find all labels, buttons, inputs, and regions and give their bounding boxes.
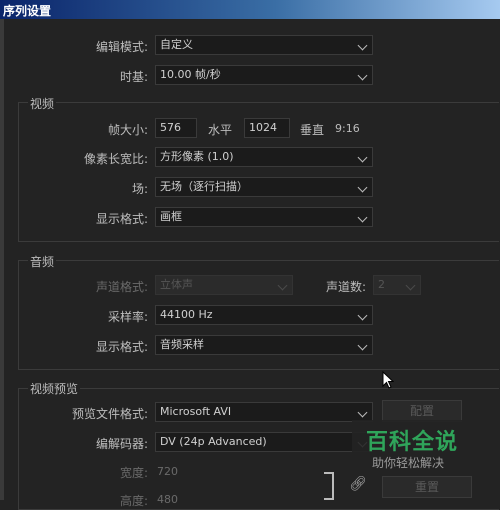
edit-mode-value: 自定义 — [160, 38, 193, 51]
sample-rate-value: 44100 Hz — [160, 308, 213, 321]
video-display-format-label: 显示格式: — [95, 212, 148, 226]
channel-format-select: 立体声 — [155, 275, 293, 295]
edit-mode-label: 编辑模式: — [95, 40, 148, 54]
chevron-down-icon — [357, 310, 368, 321]
sample-rate-select[interactable]: 44100 Hz — [155, 305, 373, 325]
frame-height-input[interactable]: 1024 — [244, 118, 290, 138]
fields-value: 无场（逐行扫描） — [160, 180, 248, 193]
codec-select[interactable]: DV (24p Advanced) — [155, 432, 373, 452]
channel-format-value: 立体声 — [160, 278, 193, 291]
width-value: 720 — [157, 465, 178, 478]
window-title: 序列设置 — [3, 4, 52, 18]
chevron-down-icon — [357, 152, 368, 163]
aspect-link-bracket — [324, 472, 334, 500]
fields-select[interactable]: 无场（逐行扫描） — [155, 177, 373, 197]
vertical-label: 垂直 — [300, 123, 325, 137]
pixel-aspect-select[interactable]: 方形像素 (1.0) — [155, 147, 373, 167]
watermark-logo: 百科全说 助你轻松解决 — [352, 420, 462, 472]
frame-width-input[interactable]: 576 — [155, 118, 197, 138]
reset-button[interactable]: 重置 — [382, 476, 472, 498]
aspect-ratio-text: 9:16 — [335, 122, 360, 135]
watermark-title: 百科全说 — [366, 430, 459, 455]
channel-count-select: 2 — [373, 275, 421, 295]
configure-button[interactable]: 配置 — [382, 400, 462, 422]
horizontal-label: 水平 — [208, 123, 233, 137]
chevron-down-icon — [357, 40, 368, 51]
audio-display-format-label: 显示格式: — [95, 340, 148, 354]
preview-file-format-label: 预览文件格式: — [71, 407, 148, 421]
preview-file-format-select[interactable]: Microsoft AVI — [155, 402, 373, 422]
frame-size-label: 帧大小: — [107, 123, 148, 137]
channel-format-label: 声道格式: — [95, 280, 148, 294]
sample-rate-label: 采样率: — [107, 310, 148, 324]
chevron-down-icon — [357, 182, 368, 193]
codec-value: DV (24p Advanced) — [160, 435, 267, 448]
audio-section-label: 音频 — [28, 253, 57, 270]
preview-file-format-value: Microsoft AVI — [160, 405, 232, 418]
timebase-value: 10.00 帧/秒 — [160, 68, 221, 81]
timebase-select[interactable]: 10.00 帧/秒 — [155, 65, 373, 85]
watermark-subtitle: 助你轻松解决 — [372, 456, 445, 470]
audio-display-format-value: 音频采样 — [160, 338, 204, 351]
width-label: 宽度: — [119, 466, 148, 480]
chevron-down-icon — [357, 212, 368, 223]
pixel-aspect-label: 像素长宽比: — [83, 152, 148, 166]
height-label: 高度: — [119, 494, 148, 508]
chevron-down-icon — [357, 70, 368, 81]
chevron-down-icon — [357, 407, 368, 418]
fields-label: 场: — [131, 182, 148, 196]
video-display-format-select[interactable]: 画框 — [155, 207, 373, 227]
video-preview-section-label: 视频预览 — [28, 380, 81, 397]
channel-count-value: 2 — [378, 278, 385, 291]
chevron-down-icon — [277, 280, 288, 291]
video-display-format-value: 画框 — [160, 210, 182, 223]
title-bar: 序列设置 — [0, 0, 500, 19]
codec-label: 编解码器: — [95, 437, 148, 451]
video-section-label: 视频 — [28, 95, 57, 112]
mouse-cursor-icon — [382, 371, 394, 389]
chevron-down-icon — [405, 280, 416, 291]
timebase-label: 时基: — [119, 70, 148, 84]
channel-count-label: 声道数: — [326, 280, 367, 294]
window-frame — [0, 19, 4, 500]
edit-mode-select[interactable]: 自定义 — [155, 35, 373, 55]
audio-display-format-select[interactable]: 音频采样 — [155, 335, 373, 355]
pixel-aspect-value: 方形像素 (1.0) — [160, 150, 234, 163]
link-icon[interactable]: 🔗︎ — [349, 476, 367, 492]
chevron-down-icon — [357, 340, 368, 351]
